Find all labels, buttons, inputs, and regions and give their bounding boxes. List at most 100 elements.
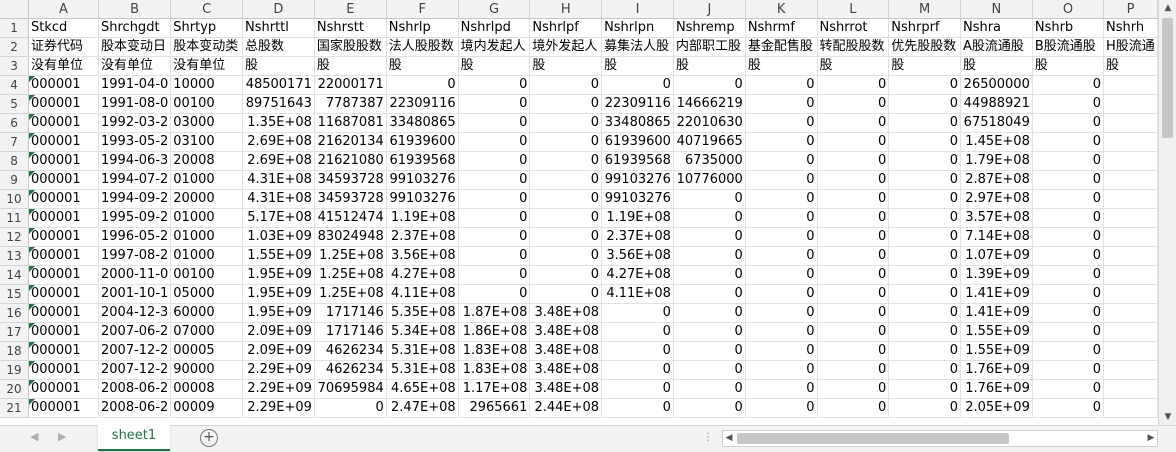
cell[interactable]: Shrtyp xyxy=(170,18,243,38)
cell[interactable] xyxy=(1103,322,1158,342)
cell[interactable]: 0 xyxy=(1032,246,1105,266)
cell[interactable]: 4.31E+08 xyxy=(242,189,315,209)
cell[interactable]: 3.57E+08 xyxy=(960,208,1033,228)
cell[interactable]: 1.41E+09 xyxy=(960,303,1033,323)
cell[interactable]: 1.95E+09 xyxy=(242,284,315,304)
cell[interactable]: 股 xyxy=(242,56,315,76)
cell[interactable]: 0 xyxy=(1032,227,1105,247)
cell[interactable]: 股 xyxy=(458,56,531,76)
row-header[interactable]: 7 xyxy=(0,132,30,152)
cell[interactable]: 5.17E+08 xyxy=(242,208,315,228)
row-header[interactable]: 3 xyxy=(0,56,30,76)
cell[interactable]: 股 xyxy=(386,56,459,76)
cell[interactable]: 国家股股数 xyxy=(314,37,387,57)
cell[interactable]: 2.44E+08 xyxy=(529,398,603,418)
cell[interactable]: 41512474 xyxy=(314,208,387,228)
cell[interactable]: 0 xyxy=(888,398,961,418)
cell[interactable] xyxy=(1103,94,1158,114)
cell[interactable]: B股流通股 xyxy=(1032,37,1105,57)
cell[interactable]: 没有单位 xyxy=(170,56,243,76)
cell[interactable]: 34593728 xyxy=(314,189,387,209)
cell[interactable]: 0 xyxy=(817,379,890,399)
cell[interactable]: 股 xyxy=(960,56,1033,76)
cell[interactable]: 2008-06-2 xyxy=(98,379,172,399)
cell[interactable]: 5.34E+08 xyxy=(386,322,459,342)
cell[interactable]: Nshrrot xyxy=(817,18,890,38)
cell[interactable]: 转配股股数 xyxy=(817,37,890,57)
cell[interactable] xyxy=(1103,303,1158,323)
cell[interactable]: 10776000 xyxy=(673,170,746,190)
cell[interactable]: 0 xyxy=(1032,398,1105,418)
cell[interactable]: 0 xyxy=(745,341,818,361)
cell[interactable]: 0 xyxy=(673,360,746,380)
cell[interactable]: 1.19E+08 xyxy=(386,208,459,228)
cell[interactable]: 0 xyxy=(529,189,603,209)
cell[interactable]: 2001-10-1 xyxy=(98,284,172,304)
cell[interactable]: 0 xyxy=(458,170,531,190)
cell[interactable]: 2965661 xyxy=(458,398,531,418)
cell[interactable]: 1992-03-2 xyxy=(98,113,172,133)
cell[interactable]: 4.65E+08 xyxy=(386,379,459,399)
cell[interactable]: 00005 xyxy=(170,341,243,361)
cell[interactable]: 22309116 xyxy=(386,94,459,114)
cell[interactable]: 0 xyxy=(745,360,818,380)
cell[interactable]: 67518049 xyxy=(960,113,1033,133)
cell[interactable]: 4626234 xyxy=(314,360,387,380)
cell[interactable]: 000001 xyxy=(28,341,99,361)
cell[interactable]: 4.31E+08 xyxy=(242,170,315,190)
cell[interactable]: 61939568 xyxy=(386,151,459,171)
cell[interactable]: 1.55E+09 xyxy=(242,246,315,266)
cell[interactable]: 70695984 xyxy=(314,379,387,399)
cell[interactable]: 0 xyxy=(817,189,890,209)
cell[interactable]: 0 xyxy=(458,113,531,133)
cell[interactable]: 0 xyxy=(314,398,387,418)
sheet-tab[interactable]: sheet1 xyxy=(98,425,170,451)
cell[interactable]: 4.11E+08 xyxy=(601,284,674,304)
column-header-p[interactable]: P xyxy=(1103,0,1158,19)
cell[interactable]: 000001 xyxy=(28,322,99,342)
row-header[interactable]: 12 xyxy=(0,227,30,247)
cell[interactable]: 20008 xyxy=(170,151,243,171)
cell[interactable]: Nshra xyxy=(960,18,1033,38)
cell[interactable]: Nshrmf xyxy=(745,18,818,38)
cell[interactable]: 2004-12-3 xyxy=(98,303,172,323)
cell[interactable]: 0 xyxy=(601,303,674,323)
column-header-l[interactable]: L xyxy=(817,0,890,19)
cell[interactable]: 总股数 xyxy=(242,37,315,57)
cell[interactable]: 83024948 xyxy=(314,227,387,247)
cell[interactable]: Nshrstt xyxy=(314,18,387,38)
cell[interactable]: 2007-12-2 xyxy=(98,341,172,361)
cell[interactable]: 0 xyxy=(458,208,531,228)
cell[interactable]: 2008-06-2 xyxy=(98,398,172,418)
cell[interactable]: 0 xyxy=(601,322,674,342)
cell[interactable]: 0 xyxy=(1032,151,1105,171)
cell[interactable]: 61939568 xyxy=(601,151,674,171)
cell[interactable]: 99103276 xyxy=(386,189,459,209)
cell[interactable] xyxy=(1103,151,1158,171)
cell[interactable]: 0 xyxy=(888,360,961,380)
cell[interactable]: 1.95E+09 xyxy=(242,265,315,285)
vertical-scroll-thumb[interactable] xyxy=(1162,18,1173,138)
cell[interactable]: 0 xyxy=(673,227,746,247)
row-header[interactable]: 14 xyxy=(0,265,30,285)
cell[interactable] xyxy=(1103,341,1158,361)
column-header-o[interactable]: O xyxy=(1032,0,1105,19)
cell[interactable]: 0 xyxy=(888,170,961,190)
cell[interactable]: 99103276 xyxy=(386,170,459,190)
cell[interactable]: 0 xyxy=(817,246,890,266)
cell[interactable]: 境内发起人 xyxy=(458,37,531,57)
cell[interactable]: 1.41E+09 xyxy=(960,284,1033,304)
cell[interactable]: 0 xyxy=(673,322,746,342)
cell[interactable]: 0 xyxy=(601,75,674,95)
cell[interactable]: 0 xyxy=(745,284,818,304)
cell[interactable]: 0 xyxy=(888,75,961,95)
cell[interactable]: 1.86E+08 xyxy=(458,322,531,342)
cell[interactable]: 0 xyxy=(458,246,531,266)
cell[interactable]: 0 xyxy=(817,132,890,152)
scroll-down-icon[interactable]: ▼ xyxy=(1161,410,1175,424)
cell[interactable]: 基金配售股 xyxy=(745,37,818,57)
column-header-a[interactable]: A xyxy=(28,0,99,19)
spreadsheet-grid[interactable]: ABCDEFGHIJKLMNOP 1 Stkcd Shrchgdt Shrtyp Nsh… xyxy=(0,0,1158,425)
cell[interactable] xyxy=(1103,398,1158,418)
cell[interactable]: 4.11E+08 xyxy=(386,284,459,304)
